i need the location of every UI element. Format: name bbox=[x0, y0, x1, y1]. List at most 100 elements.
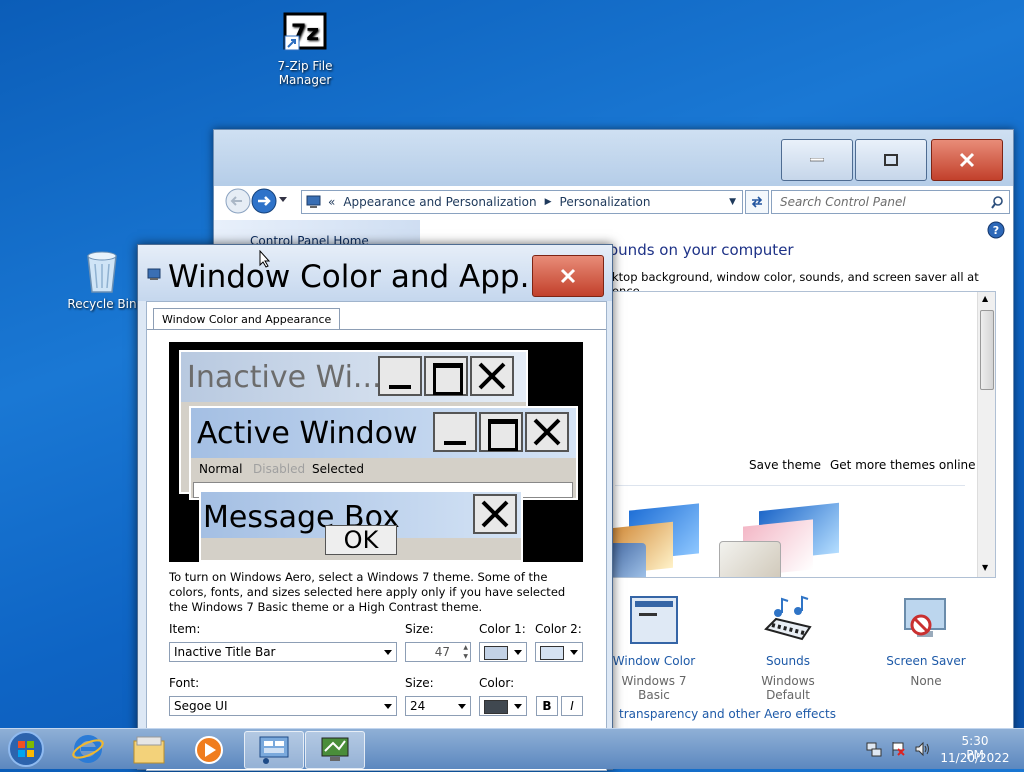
bold-button[interactable]: B bbox=[536, 696, 558, 716]
window-color-icon bbox=[630, 596, 678, 644]
search-icon[interactable] bbox=[991, 195, 1004, 209]
desktop-icon-label: Recycle Bin bbox=[67, 297, 137, 311]
search-input[interactable]: Search Control Panel bbox=[771, 190, 1010, 214]
breadcrumb-overflow[interactable]: « bbox=[328, 195, 335, 209]
personalization-icon bbox=[321, 737, 349, 761]
mouse-cursor-icon bbox=[259, 250, 271, 268]
internet-explorer-icon bbox=[72, 735, 104, 763]
taskbar-control-panel[interactable] bbox=[244, 731, 304, 769]
preview-inactive-title: Inactive Wi... bbox=[187, 360, 382, 395]
appearance-preview[interactable]: Inactive Wi... Active Window Normal Disa… bbox=[169, 342, 583, 562]
spin-up-icon[interactable]: ▲ bbox=[463, 643, 468, 652]
network-icon[interactable] bbox=[866, 741, 882, 757]
preview-close-icon bbox=[470, 356, 514, 396]
font-color-label: Color: bbox=[479, 676, 515, 690]
dialog-body: Window Color and Appearance Inactive Wi.… bbox=[146, 301, 607, 771]
navigation-bar: « Appearance and Personalization ▶ Perso… bbox=[222, 186, 1010, 216]
minimize-button[interactable] bbox=[781, 139, 853, 181]
chevron-down-icon bbox=[514, 704, 522, 709]
taskbar-windows-explorer[interactable] bbox=[120, 731, 178, 767]
screen-saver-icon bbox=[904, 598, 946, 637]
dialog-title: Window Color and App... bbox=[168, 259, 550, 295]
preview-maximize-icon bbox=[424, 356, 468, 396]
preview-close-icon bbox=[525, 412, 569, 452]
sounds-title: Sounds bbox=[765, 654, 811, 668]
font-select-value: Segoe UI bbox=[174, 699, 228, 713]
dialog-app-icon bbox=[147, 268, 161, 280]
tab-window-color-appearance[interactable]: Window Color and Appearance bbox=[153, 308, 341, 330]
size-label: Size: bbox=[405, 622, 434, 636]
preview-ok-button: OK bbox=[325, 525, 397, 555]
theme-thumbnail[interactable] bbox=[601, 503, 711, 577]
item-select-value: Inactive Title Bar bbox=[174, 645, 276, 659]
theme-thumbnail[interactable] bbox=[719, 502, 849, 577]
maximize-button[interactable] bbox=[855, 139, 927, 181]
color1-picker[interactable] bbox=[479, 642, 527, 662]
screen-saver-item[interactable]: Screen Saver None bbox=[876, 595, 976, 688]
font-size-label: Size: bbox=[405, 676, 434, 690]
address-dropdown-icon[interactable]: ▼ bbox=[729, 197, 736, 207]
item-select[interactable]: Inactive Title Bar bbox=[169, 642, 397, 662]
screen-saver-title: Screen Saver bbox=[886, 654, 966, 668]
scrollbar[interactable]: ▲ ▼ bbox=[977, 292, 995, 577]
7zip-icon: 7z bbox=[283, 12, 327, 51]
aero-effects-link[interactable]: transparency and other Aero effects bbox=[619, 707, 836, 721]
recent-pages-icon[interactable] bbox=[279, 196, 288, 204]
font-size-select[interactable]: 24 bbox=[405, 696, 471, 716]
scroll-thumb[interactable] bbox=[980, 310, 994, 390]
color2-swatch bbox=[540, 646, 564, 660]
clock-date[interactable]: 11/20/2022 bbox=[940, 751, 1010, 765]
chevron-down-icon bbox=[514, 650, 522, 655]
volume-icon[interactable] bbox=[914, 741, 930, 757]
scroll-down-icon[interactable]: ▼ bbox=[982, 563, 988, 572]
maximize-icon bbox=[884, 154, 898, 166]
sounds-icon bbox=[764, 595, 812, 641]
close-button[interactable] bbox=[931, 139, 1003, 181]
close-icon bbox=[959, 152, 975, 168]
taskbar: 5:30 PM 11/20/2022 bbox=[0, 728, 1024, 769]
window-color-sub: Windows 7 Basic bbox=[621, 674, 687, 702]
italic-button[interactable]: I bbox=[561, 696, 583, 716]
aero-info-text: To turn on Windows Aero, select a Window… bbox=[169, 570, 566, 614]
desktop-icon-recycle-bin[interactable]: Recycle Bin bbox=[66, 248, 138, 311]
color2-picker[interactable] bbox=[535, 642, 583, 662]
preview-active-title: Active Window bbox=[197, 416, 418, 451]
color2-label: Color 2: bbox=[535, 622, 582, 636]
action-center-icon[interactable] bbox=[890, 741, 906, 757]
preview-message-box: Message Box OK bbox=[199, 490, 523, 562]
font-select[interactable]: Segoe UI bbox=[169, 696, 397, 716]
font-color-picker[interactable] bbox=[479, 696, 527, 716]
scroll-up-icon[interactable]: ▲ bbox=[982, 294, 988, 303]
taskbar-internet-explorer[interactable] bbox=[60, 731, 118, 767]
breadcrumb-separator-icon[interactable]: ▶ bbox=[545, 197, 552, 207]
taskbar-window-color[interactable] bbox=[305, 731, 365, 769]
save-theme-link[interactable]: Save theme bbox=[749, 458, 821, 472]
refresh-button[interactable] bbox=[745, 190, 769, 214]
get-more-themes-link[interactable]: Get more themes online bbox=[830, 458, 976, 472]
page-heading: ounds on your computer bbox=[609, 241, 794, 259]
desktop-icon-label: 7-Zip File Manager bbox=[277, 59, 333, 87]
font-size-value: 24 bbox=[410, 699, 426, 713]
window-color-item[interactable]: Window Color Windows 7 Basic bbox=[604, 595, 704, 702]
forward-icon[interactable] bbox=[250, 187, 278, 215]
sounds-item[interactable]: Sounds Windows Default bbox=[738, 595, 838, 702]
address-bar[interactable]: « Appearance and Personalization ▶ Perso… bbox=[301, 190, 743, 214]
preview-active-window: Active Window Normal Disabled Selected bbox=[189, 406, 578, 500]
spin-down-icon[interactable]: ▼ bbox=[463, 652, 468, 661]
desktop-icon-7zip[interactable]: 7z 7-Zip File Manager bbox=[250, 12, 360, 87]
theme-list[interactable]: Save theme Get more themes online ▲ ▼ bbox=[600, 291, 996, 578]
back-icon[interactable] bbox=[224, 187, 252, 215]
taskbar-media-player[interactable] bbox=[180, 731, 238, 767]
window-color-dialog: Window Color and App... Window Color and… bbox=[137, 244, 613, 771]
window-color-title: Window Color bbox=[612, 654, 696, 668]
help-icon[interactable]: ? bbox=[987, 221, 1005, 239]
size-spinner[interactable]: 47 ▲ ▼ bbox=[405, 642, 471, 662]
dialog-close-button[interactable] bbox=[532, 255, 604, 297]
start-button[interactable] bbox=[6, 729, 46, 769]
close-icon bbox=[560, 268, 576, 284]
breadcrumb-item[interactable]: Personalization bbox=[560, 195, 651, 209]
preview-menu-disabled: Disabled bbox=[253, 462, 306, 476]
preview-minimize-icon bbox=[378, 356, 422, 396]
breadcrumb-item[interactable]: Appearance and Personalization bbox=[343, 195, 536, 209]
dialog-titlebar: Window Color and App... bbox=[138, 245, 612, 301]
